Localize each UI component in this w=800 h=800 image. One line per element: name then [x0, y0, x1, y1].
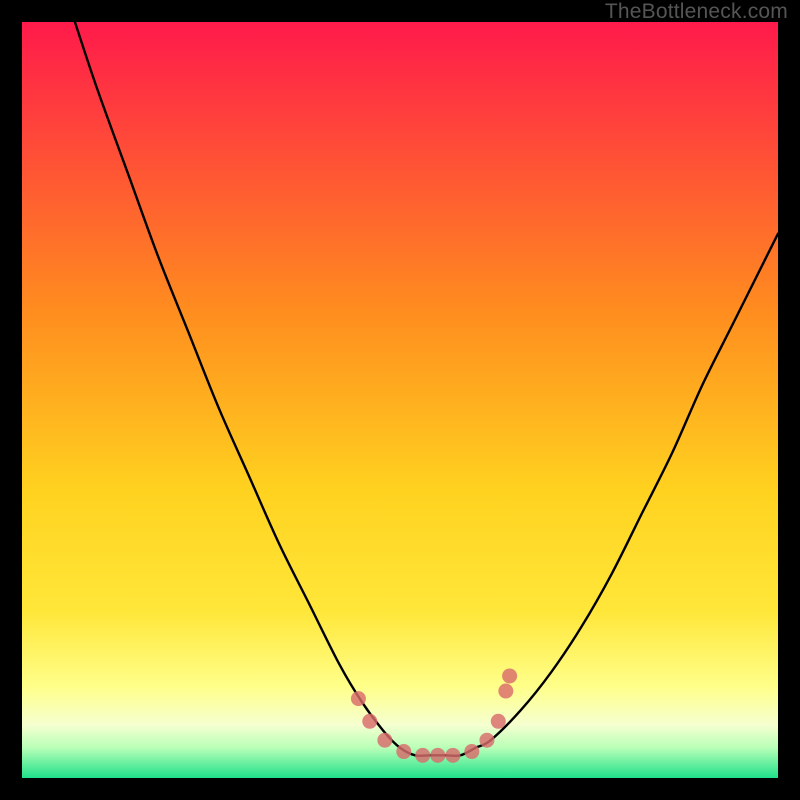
curve-marker	[491, 714, 506, 729]
chart-frame: TheBottleneck.com	[0, 0, 800, 800]
curve-marker	[502, 668, 517, 683]
curve-marker	[479, 733, 494, 748]
curve-marker	[396, 744, 411, 759]
curve-marker	[415, 748, 430, 763]
curve-marker	[445, 748, 460, 763]
curve-marker	[430, 748, 445, 763]
watermark-label: TheBottleneck.com	[605, 0, 788, 24]
curve-marker	[377, 733, 392, 748]
bottleneck-chart	[22, 22, 778, 778]
curve-marker	[464, 744, 479, 759]
plot-area	[22, 22, 778, 778]
curve-marker	[498, 684, 513, 699]
curve-marker	[362, 714, 377, 729]
gradient-background	[22, 22, 778, 778]
curve-marker	[351, 691, 366, 706]
